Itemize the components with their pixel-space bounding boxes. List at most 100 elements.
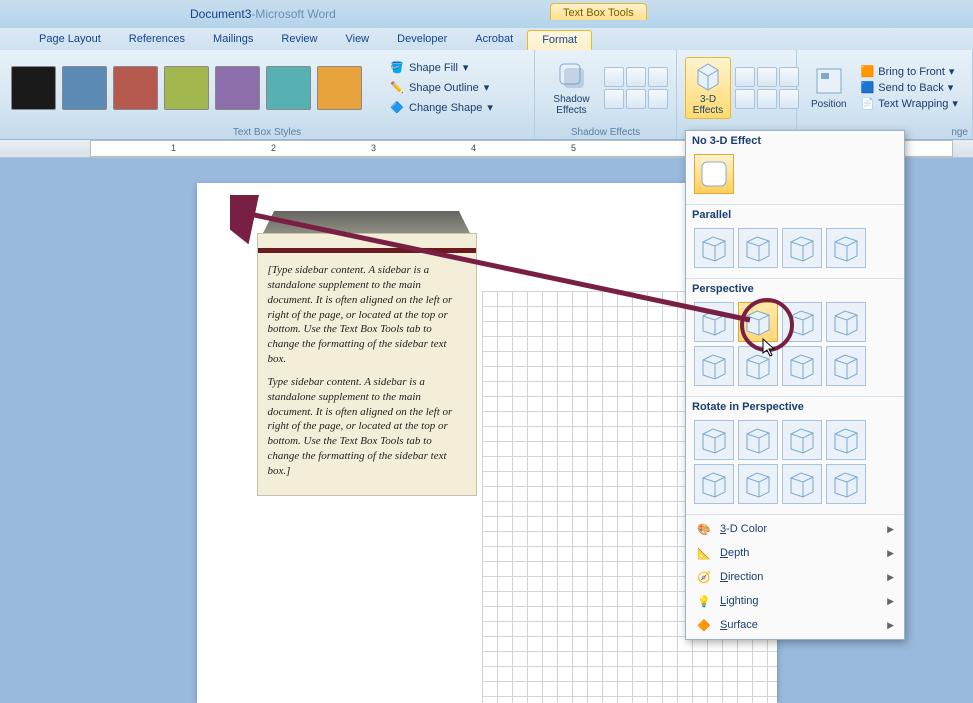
shadow-nudge-right[interactable] [648,67,668,87]
send-back-icon: 🟦 [861,81,875,94]
dropdown-arrow-icon: ▾ [484,81,490,94]
depth-label: Depth [720,547,749,559]
depth-menu[interactable]: 📐 Depth ▶ [686,541,904,565]
rotate-grid-thumb-7[interactable] [826,464,866,504]
perspective-grid-thumb-1[interactable] [738,302,778,342]
shadow-effects-button[interactable]: Shadow Effects [543,58,600,118]
perspective-grid-thumb-0[interactable] [694,302,734,342]
tab-mailings[interactable]: Mailings [199,29,267,49]
rotate-grid-thumb-6[interactable] [782,464,822,504]
tab-view[interactable]: View [331,29,383,49]
style-swatch-0[interactable] [11,66,56,110]
ruler-mark: 5 [571,143,576,153]
3d-none-thumb[interactable] [694,154,734,194]
text-wrap-icon: 📄 [861,97,875,110]
parallel-grid-thumb-2[interactable] [782,228,822,268]
3d-effects-button[interactable]: 3-D Effects [685,57,731,119]
tab-acrobat[interactable]: Acrobat [461,29,527,49]
text-wrapping-button[interactable]: 📄 Text Wrapping ▾ [859,96,960,111]
rotate-grid-thumb-4[interactable] [694,464,734,504]
document-title: Document3 [190,7,251,21]
send-to-back-button[interactable]: 🟦 Send to Back ▾ [859,80,960,95]
shape-outline-button[interactable]: ✏️ Shape Outline ▾ [386,79,497,97]
dropdown-arrow-icon: ▾ [952,97,958,110]
dd-footer: 🎨 3-D Color ▶ 📐 Depth ▶ 🧭 Direction ▶ 💡 … [686,515,904,639]
bring-front-icon: 🟧 [861,65,875,78]
dropdown-arrow-icon: ▾ [487,101,493,114]
direction-icon: 🧭 [696,569,712,585]
shadow-icon [556,60,588,92]
parallel-grid-thumb-0[interactable] [694,228,734,268]
dd-section-perspective: Perspective [692,283,898,295]
style-swatch-5[interactable] [266,66,311,110]
perspective-grid-thumb-5[interactable] [738,346,778,386]
ruler-mark: 4 [471,143,476,153]
style-swatch-3[interactable] [164,66,209,110]
tab-references[interactable]: References [115,29,199,49]
style-swatch-6[interactable] [317,66,362,110]
color-icon: 🎨 [696,521,712,537]
rotate-grid-thumb-3[interactable] [826,420,866,460]
dd-section-parallel: Parallel [692,209,898,221]
bring-front-label: Bring to Front [878,66,945,78]
bucket-icon: 🪣 [390,61,404,75]
group-label-shadow: Shadow Effects [535,125,676,139]
position-label: Position [811,99,847,110]
style-swatch-1[interactable] [62,66,107,110]
parallel-grid-thumb-3[interactable] [826,228,866,268]
sidebar-3d-top [257,211,477,233]
rotate-grid-thumb-2[interactable] [782,420,822,460]
shadow-nudge-center[interactable] [626,67,646,87]
shadow-nudge-corner[interactable] [648,89,668,109]
perspective-grid-thumb-3[interactable] [826,302,866,342]
perspective-grid-thumb-7[interactable] [826,346,866,386]
rotate-grid-thumb-0[interactable] [694,420,734,460]
shadow-effects-label: Shadow Effects [549,94,594,116]
dropdown-arrow-icon: ▾ [463,61,469,74]
change-shape-label: Change Shape [409,102,482,114]
sidebar-textbox[interactable]: [Type sidebar content. A sidebar is a st… [257,211,477,496]
group-textbox-styles: 🪣 Shape Fill ▾ ✏️ Shape Outline ▾ 🔷 Chan… [0,50,535,139]
submenu-arrow-icon: ▶ [887,620,894,631]
sidebar-paragraph[interactable]: [Type sidebar content. A sidebar is a st… [268,263,466,367]
ribbon-tabs: Page Layout References Mailings Review V… [0,28,973,50]
pen-icon: ✏️ [390,81,404,95]
group-3d-effects: 3-D Effects [677,50,797,139]
rotate-grid-thumb-1[interactable] [738,420,778,460]
sidebar-paragraph[interactable]: Type sidebar content. A sidebar is a sta… [268,375,466,479]
3d-tilt-3[interactable] [779,67,799,87]
tab-review[interactable]: Review [267,29,331,49]
bring-to-front-button[interactable]: 🟧 Bring to Front ▾ [859,64,960,79]
3d-tilt-2[interactable] [757,67,777,87]
direction-menu[interactable]: 🧭 Direction ▶ [686,565,904,589]
3d-tilt-6[interactable] [779,89,799,109]
send-back-label: Send to Back [878,82,943,94]
position-button[interactable]: Position [805,63,853,112]
surface-icon: 🔶 [696,617,712,633]
perspective-grid-thumb-2[interactable] [782,302,822,342]
style-swatch-4[interactable] [215,66,260,110]
rotate-grid-thumb-5[interactable] [738,464,778,504]
perspective-grid-thumb-6[interactable] [782,346,822,386]
lighting-icon: 💡 [696,593,712,609]
ruler-mark: 2 [271,143,276,153]
shadow-nudge-down[interactable] [626,89,646,109]
3d-tilt-4[interactable] [735,89,755,109]
3d-tilt-1[interactable] [735,67,755,87]
tab-format[interactable]: Format [527,30,592,50]
shadow-nudge-up[interactable] [604,67,624,87]
shape-fill-button[interactable]: 🪣 Shape Fill ▾ [386,59,497,77]
lighting-menu[interactable]: 💡 Lighting ▶ [686,589,904,613]
3d-color-menu[interactable]: 🎨 3-D Color ▶ [686,517,904,541]
shape-outline-label: Shape Outline [409,82,479,94]
tab-page-layout[interactable]: Page Layout [25,29,115,49]
style-swatch-2[interactable] [113,66,158,110]
parallel-grid-thumb-1[interactable] [738,228,778,268]
3d-tilt-5[interactable] [757,89,777,109]
submenu-arrow-icon: ▶ [887,596,894,607]
perspective-grid-thumb-4[interactable] [694,346,734,386]
tab-developer[interactable]: Developer [383,29,461,49]
shadow-nudge-left[interactable] [604,89,624,109]
surface-menu[interactable]: 🔶 Surface ▶ [686,613,904,637]
change-shape-button[interactable]: 🔷 Change Shape ▾ [386,99,497,117]
